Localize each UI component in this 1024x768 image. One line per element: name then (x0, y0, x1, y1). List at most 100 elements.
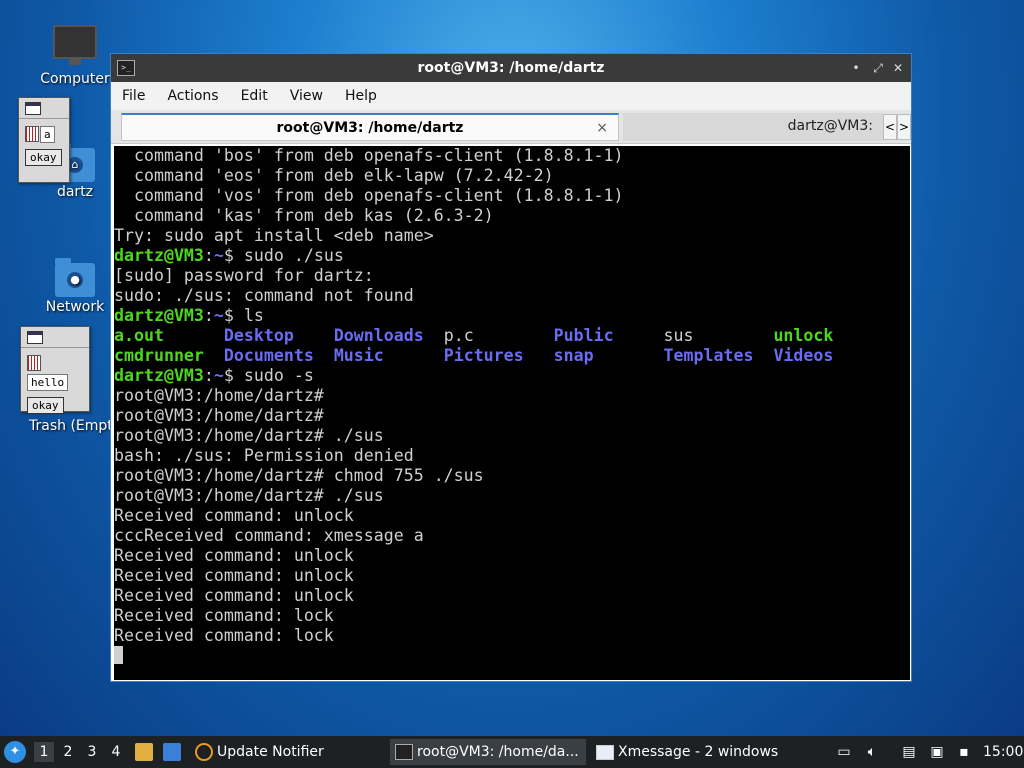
terminal-line: Received command: lock (114, 606, 334, 625)
okay-button[interactable]: okay (25, 149, 62, 166)
task-label: Xmessage - 2 windows (618, 744, 779, 760)
ls-entry: Documents (223, 346, 334, 365)
workspace-3[interactable]: 3 (82, 742, 102, 762)
clock[interactable]: 15:00 (983, 736, 1023, 768)
workspace-2[interactable]: 2 (58, 742, 78, 762)
desktop-icon-label: Network (45, 299, 105, 315)
terminal-line: dartz@VM3:~$ ls (114, 306, 264, 325)
terminal-line: command 'kas' from deb kas (2.6.3-2) (114, 206, 494, 225)
terminal-line: root@VM3:/home/dartz# ./sus (114, 486, 384, 505)
text-cursor (114, 646, 123, 664)
window-icon (25, 102, 41, 115)
xmessage-titlebar[interactable] (21, 327, 89, 348)
terminal-line: command 'bos' from deb openafs-client (1… (114, 146, 624, 165)
task-update-notifier[interactable]: Update Notifier (192, 739, 382, 765)
ls-entry: Templates (663, 346, 774, 365)
computer-icon (53, 25, 97, 65)
menu-view[interactable]: View (279, 88, 334, 104)
terminal-window[interactable]: >_ root@VM3: /home/dartz • ⤢ ✕ File Acti… (110, 53, 912, 682)
xmessage-scroll-icon (25, 125, 39, 142)
desktop-icon-computer[interactable]: Computer (30, 25, 120, 87)
ls-entry: cmdrunner (114, 346, 224, 365)
window-icon (27, 331, 43, 344)
xmessage-window-hello[interactable]: hello okay (20, 326, 90, 414)
xmessage-window-a[interactable]: a okay (18, 97, 70, 183)
terminal-line: dartz@VM3:~$ sudo -s (114, 366, 314, 385)
file-manager-icon[interactable] (135, 743, 153, 761)
okay-button[interactable]: okay (27, 397, 64, 414)
terminal-line: root@VM3:/home/dartz# ./sus (114, 426, 384, 445)
menu-actions[interactable]: Actions (156, 88, 229, 104)
task-terminal[interactable]: root@VM3: /home/da... (390, 739, 586, 765)
terminal-output[interactable]: command 'bos' from deb openafs-client (1… (114, 146, 910, 680)
network-status-icon[interactable]: ▣ (928, 743, 946, 761)
taskbar: ✦ 1 2 3 4 Update Notifier root@VM3: /hom… (0, 736, 1024, 768)
tab-dartz[interactable]: dartz@VM3: (623, 113, 883, 141)
desktop-icon-label: Computer (40, 71, 110, 87)
prompt-user: dartz@VM3 (114, 306, 204, 325)
task-xmessage[interactable]: Xmessage - 2 windows (592, 739, 792, 765)
terminal-line: cmdrunner Documents Music Pictures snap … (114, 346, 910, 366)
minimize-button[interactable]: • (847, 59, 865, 77)
terminal-line: Received command: unlock (114, 506, 354, 525)
terminal-line: Received command: unlock (114, 546, 354, 565)
ls-entry: snap (553, 346, 664, 365)
terminal-line: Received command: lock (114, 626, 334, 645)
menu-file[interactable]: File (111, 88, 156, 104)
prompt-path: ~ (213, 246, 224, 265)
terminal-line: dartz@VM3:~$ sudo ./sus (114, 246, 344, 265)
terminal-icon (395, 744, 413, 760)
terminal-line: root@VM3:/home/dartz# chmod 755 ./sus (114, 466, 484, 485)
window-title: root@VM3: /home/dartz (417, 60, 605, 76)
prompt-path: ~ (213, 306, 224, 325)
tab-bar: root@VM3: /home/dartz × dartz@VM3: < > (111, 110, 911, 144)
xmessage-text: a (40, 126, 55, 143)
task-label: root@VM3: /home/da... (417, 744, 579, 760)
terminal-line: sudo: ./sus: command not found (114, 286, 414, 305)
update-status-icon[interactable]: ▪ (955, 743, 973, 761)
tab-root[interactable]: root@VM3: /home/dartz × (121, 113, 619, 141)
menu-help[interactable]: Help (334, 88, 388, 104)
close-button[interactable]: ✕ (889, 59, 907, 77)
desktop-icon-network[interactable]: ● Network (30, 258, 120, 315)
terminal-line: root@VM3:/home/dartz# (114, 406, 324, 425)
ls-entry: Videos (773, 346, 834, 365)
terminal-line: Received command: unlock (114, 566, 354, 585)
terminal-line: a.out Desktop Downloads p.c Public sus u… (114, 326, 910, 346)
tab-scroll-left-button[interactable]: < (883, 114, 897, 140)
tab-close-button[interactable]: × (596, 115, 608, 141)
terminal-line: Received command: unlock (114, 586, 354, 605)
volume-icon[interactable]: 🔈︎ (863, 743, 881, 761)
window-icon (596, 744, 614, 760)
prompt-path: ~ (213, 366, 224, 385)
desktop-icon-label: Trash (Empt (29, 418, 113, 434)
xmessage-scroll-icon (27, 354, 41, 371)
ls-entry: unlock (773, 326, 834, 345)
ls-entry: Downloads (333, 326, 444, 345)
tab-scroll-right-button[interactable]: > (897, 114, 911, 140)
start-menu-button[interactable]: ✦ (4, 741, 26, 763)
show-desktop-icon[interactable] (163, 743, 181, 761)
workspace-1[interactable]: 1 (34, 742, 54, 762)
desktop-icon-label: dartz (56, 184, 94, 200)
menu-edit[interactable]: Edit (230, 88, 279, 104)
network-icon: ● (55, 258, 95, 297)
ls-entry: a.out (114, 326, 224, 345)
terminal-line: cccReceived command: xmessage a (114, 526, 424, 545)
task-label: Update Notifier (217, 744, 324, 760)
update-notifier-icon (195, 743, 213, 761)
terminal-line: command 'vos' from deb openafs-client (1… (114, 186, 624, 205)
terminal-line: command 'eos' from deb elk-lapw (7.2.42-… (114, 166, 554, 185)
command-text: $ sudo ./sus (223, 246, 344, 265)
workspace-4[interactable]: 4 (106, 742, 126, 762)
ls-entry: Pictures (443, 346, 554, 365)
terminal-titlebar[interactable]: >_ root@VM3: /home/dartz • ⤢ ✕ (111, 54, 911, 82)
maximize-button[interactable]: ⤢ (869, 59, 887, 77)
tab-label: dartz@VM3: (787, 118, 873, 134)
notes-icon[interactable]: ▤ (900, 743, 918, 761)
terminal-line: root@VM3:/home/dartz# (114, 386, 324, 405)
ls-entry: sus (663, 326, 774, 345)
xmessage-titlebar[interactable] (19, 98, 69, 119)
prompt-user: dartz@VM3 (114, 366, 204, 385)
clipboard-icon[interactable]: ▭ (835, 743, 853, 761)
